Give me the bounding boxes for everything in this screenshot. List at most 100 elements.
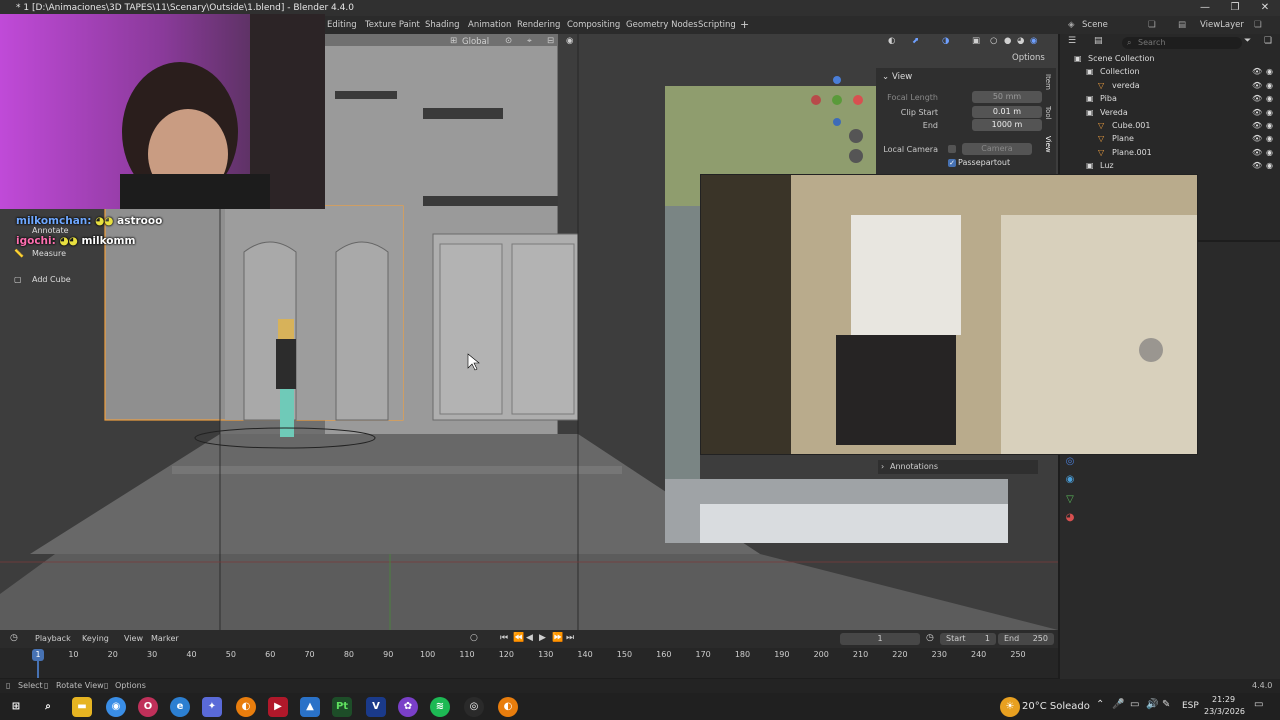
visibility-eye-icon[interactable]: 👁	[1252, 132, 1262, 145]
focal-length-field[interactable]: 50 mm	[972, 91, 1042, 103]
visibility-icon[interactable]: ◐	[888, 36, 895, 46]
blender-taskbar-icon[interactable]: ◐	[236, 697, 256, 717]
material-props-icon[interactable]: ◕	[1060, 512, 1080, 523]
outliner-item[interactable]: ▽ Plane 👁 ◉	[1060, 132, 1280, 145]
tab-item[interactable]: Item	[1044, 74, 1052, 90]
tab-geometry-nodes[interactable]: Geometry Nodes	[626, 16, 698, 34]
render-camera-icon[interactable]: ◉	[1266, 65, 1273, 78]
chrome-icon[interactable]: ◉	[106, 697, 126, 717]
scene-name[interactable]: Scene	[1082, 16, 1108, 34]
outliner-item[interactable]: ▣ Vereda 👁 ◉	[1060, 106, 1280, 119]
solid-shading-icon[interactable]: ●	[1004, 36, 1011, 46]
proportional-edit-icon[interactable]: ◉	[566, 36, 573, 46]
chevron-down-icon[interactable]: ⌄	[882, 72, 889, 82]
tool-add-cube[interactable]: ▢ Add Cube	[6, 271, 98, 289]
outliner-item[interactable]: ▣ Scene Collection	[1060, 52, 1280, 65]
clip-end-field[interactable]: 1000 m	[972, 119, 1042, 131]
render-camera-icon[interactable]: ◉	[1266, 132, 1273, 145]
wireframe-shading-icon[interactable]: ○	[990, 36, 997, 46]
pivot-icon[interactable]: ⊙	[505, 36, 512, 46]
outliner-item[interactable]: ▣ Collection 👁 ◉	[1060, 65, 1280, 78]
painter-icon[interactable]: Pt	[332, 697, 352, 717]
search-icon[interactable]: ⌕	[38, 697, 58, 717]
tab-compositing[interactable]: Compositing	[567, 16, 620, 34]
camera-picker[interactable]: Camera	[962, 143, 1032, 155]
microphone-icon[interactable]: 🎤	[1112, 699, 1124, 710]
tab-shading[interactable]: Shading	[425, 16, 460, 34]
outliner-search-input[interactable]: ⌕ Search	[1122, 37, 1242, 49]
overlay-toggle-icon[interactable]: ◑	[942, 36, 949, 46]
tab-animation[interactable]: Animation	[468, 16, 511, 34]
transform-orientation-dropdown[interactable]: Global	[462, 37, 489, 47]
local-camera-checkbox[interactable]	[948, 145, 956, 153]
visibility-eye-icon[interactable]: 👁	[1252, 65, 1262, 78]
spotify-icon[interactable]: ≋	[430, 697, 450, 717]
visibility-eye-icon[interactable]: 👁	[1252, 79, 1262, 92]
clock-date[interactable]: 23/3/2026	[1204, 707, 1245, 716]
xray-icon[interactable]: ▣	[972, 36, 980, 46]
clip-start-field[interactable]: 0.01 m	[972, 106, 1042, 118]
add-workspace-icon[interactable]: +	[740, 16, 749, 34]
close-icon[interactable]: ✕	[1250, 0, 1280, 16]
video-editor-icon[interactable]: ▶	[268, 697, 288, 717]
outliner-item[interactable]: ▣ Luz 👁 ◉	[1060, 159, 1280, 172]
physics-icon[interactable]: ◉	[1060, 474, 1080, 485]
tab-tool[interactable]: Tool	[1044, 106, 1052, 120]
tab-view[interactable]: View	[1044, 136, 1052, 153]
tab-rendering[interactable]: Rendering	[517, 16, 560, 34]
display-mode-icon[interactable]: ▤	[1094, 36, 1103, 46]
tab-editing[interactable]: Editing	[327, 16, 357, 34]
passepartout-checkbox[interactable]: ✓	[948, 159, 956, 167]
app-icon[interactable]: ✿	[398, 697, 418, 717]
filter-icon[interactable]: ⏷	[1244, 36, 1251, 46]
render-camera-icon[interactable]: ◉	[1266, 106, 1273, 119]
render-camera-icon[interactable]: ◉	[1266, 119, 1273, 132]
render-camera-icon[interactable]: ◉	[1266, 159, 1273, 172]
data-props-icon[interactable]: ▽	[1060, 494, 1080, 505]
volume-icon[interactable]: 🔊	[1146, 699, 1158, 710]
tray-chevron-icon[interactable]: ⌃	[1096, 699, 1104, 710]
snap-settings-icon[interactable]: ⊟	[547, 36, 554, 46]
windows-start-icon[interactable]: ⊞	[6, 697, 26, 717]
view-section-title[interactable]: View	[892, 72, 912, 82]
edge-icon[interactable]: e	[170, 697, 190, 717]
new-collection-icon[interactable]: ❏	[1264, 36, 1272, 46]
tab-texture-paint[interactable]: Texture Paint	[365, 16, 420, 34]
outliner-item[interactable]: ▣ Piba 👁 ◉	[1060, 92, 1280, 105]
visibility-eye-icon[interactable]: 👁	[1252, 146, 1262, 159]
obs-icon[interactable]: ◎	[464, 697, 484, 717]
notifications-icon[interactable]: ▭	[1254, 699, 1263, 710]
language-indicator[interactable]: ESP	[1182, 701, 1199, 711]
pen-icon[interactable]: ✎	[1162, 699, 1170, 710]
editor-type-icon[interactable]: ☰	[1068, 36, 1076, 46]
maximize-icon[interactable]: ❐	[1220, 0, 1250, 16]
blender-active-icon[interactable]: ◐	[498, 697, 518, 717]
visibility-eye-icon[interactable]: 👁	[1252, 106, 1262, 119]
render-camera-icon[interactable]: ◉	[1266, 92, 1273, 105]
file-explorer-icon[interactable]: ▬	[72, 697, 92, 717]
network-icon[interactable]: ▭	[1130, 699, 1139, 710]
rendered-shading-icon[interactable]: ◉	[1030, 36, 1037, 46]
clock-time[interactable]: 21:29	[1212, 695, 1235, 704]
new-scene-icon[interactable]: ❏	[1148, 16, 1156, 34]
outliner-item[interactable]: ▽ Cube.001 👁 ◉	[1060, 119, 1280, 132]
view-layer-name[interactable]: ViewLayer	[1200, 16, 1244, 34]
playhead[interactable]: 1	[32, 649, 44, 661]
opera-icon[interactable]: O	[138, 697, 158, 717]
visibility-eye-icon[interactable]: 👁	[1252, 119, 1262, 132]
material-shading-icon[interactable]: ◕	[1017, 36, 1024, 46]
photos-icon[interactable]: ▲	[300, 697, 320, 717]
new-view-layer-icon[interactable]: ❏	[1254, 16, 1262, 34]
annotations-panel-header[interactable]: › Annotations	[878, 460, 1038, 474]
weather-icon[interactable]: ☀	[1000, 697, 1020, 717]
visibility-eye-icon[interactable]: 👁	[1252, 92, 1262, 105]
options-dropdown[interactable]: Options	[1012, 53, 1045, 63]
weather-text[interactable]: 20°C Soleado	[1022, 701, 1090, 712]
minimize-icon[interactable]: —	[1190, 0, 1220, 16]
visibility-eye-icon[interactable]: 👁	[1252, 159, 1262, 172]
object-props-icon[interactable]: ◎	[1060, 456, 1080, 467]
outliner-item[interactable]: ▽ Plane.001 👁 ◉	[1060, 146, 1280, 159]
copilot-icon[interactable]: ✦	[202, 697, 222, 717]
render-camera-icon[interactable]: ◉	[1266, 79, 1273, 92]
snap-icon[interactable]: ⌖	[527, 36, 532, 46]
